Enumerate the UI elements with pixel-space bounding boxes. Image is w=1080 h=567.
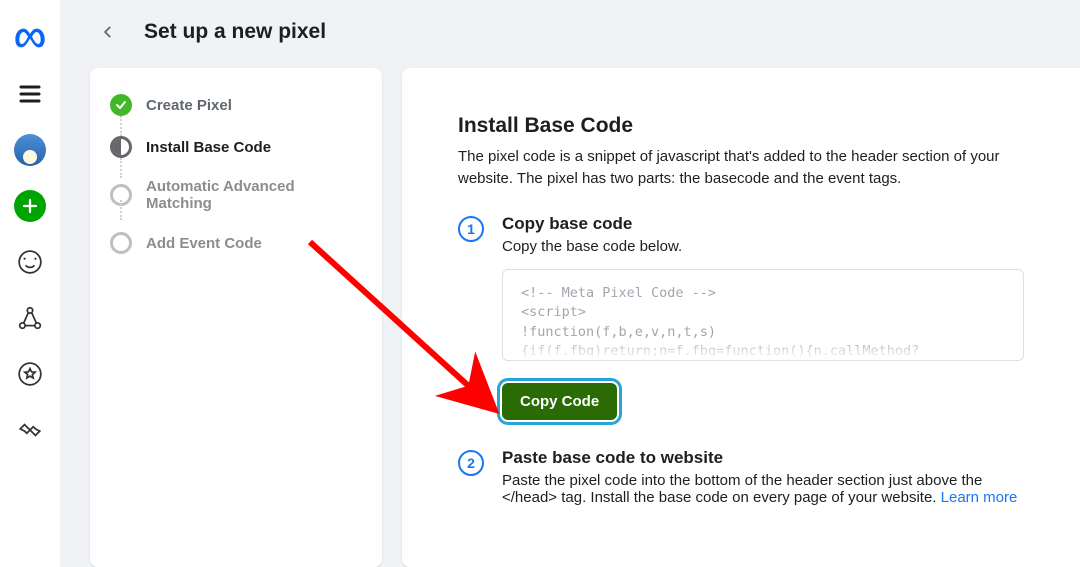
page-header: Set up a new pixel [60,0,1080,64]
step-number-badge: 1 [458,216,484,242]
meta-logo-icon[interactable] [12,20,48,56]
step-install-base-code[interactable]: Install Base Code [110,136,362,158]
copy-code-button[interactable]: Copy Code [502,383,617,420]
step-add-event-code[interactable]: Add Event Code [110,232,362,254]
main-card: Install Base Code The pixel code is a sn… [402,68,1080,567]
gauge-icon[interactable] [12,244,48,280]
graph-icon[interactable] [12,300,48,336]
substep-desc-text: Paste the pixel code into the bottom of … [502,472,982,506]
avatar[interactable] [12,132,48,168]
add-button[interactable] [12,188,48,224]
left-nav-rail [0,0,60,567]
step-automatic-advanced-matching[interactable]: Automatic Advanced Matching [110,178,362,212]
substep-copy-base-code: 1 Copy base code Copy the base code belo… [458,214,1024,420]
empty-circle-icon [110,184,132,206]
substep-subtitle: Copy the base code below. [502,238,1024,255]
page-title: Set up a new pixel [144,20,326,44]
substep-title: Paste base code to website [502,448,1024,468]
learn-more-link[interactable]: Learn more [941,489,1018,506]
section-title: Install Base Code [458,114,1024,138]
code-snippet[interactable]: <!-- Meta Pixel Code --> <script> !funct… [502,269,1024,361]
check-icon [110,94,132,116]
stepper-card: Create Pixel Install Base Code Automatic… [90,68,382,567]
menu-icon[interactable] [12,76,48,112]
content-area: Create Pixel Install Base Code Automatic… [60,64,1080,567]
section-description: The pixel code is a snippet of javascrip… [458,146,1024,190]
half-circle-icon [110,136,132,158]
substep-title: Copy base code [502,214,1024,234]
step-number-badge: 2 [458,450,484,476]
empty-circle-icon [110,232,132,254]
step-label: Add Event Code [146,235,262,252]
step-create-pixel[interactable]: Create Pixel [110,94,362,116]
back-button[interactable] [96,20,120,44]
substep-paste-to-website: 2 Paste base code to website Paste the p… [458,448,1024,520]
step-label: Automatic Advanced Matching [146,178,362,212]
substep-description: Paste the pixel code into the bottom of … [502,472,1024,506]
star-circle-icon[interactable] [12,356,48,392]
step-label: Install Base Code [146,139,271,156]
step-label: Create Pixel [146,97,232,114]
handshake-icon[interactable] [12,412,48,448]
